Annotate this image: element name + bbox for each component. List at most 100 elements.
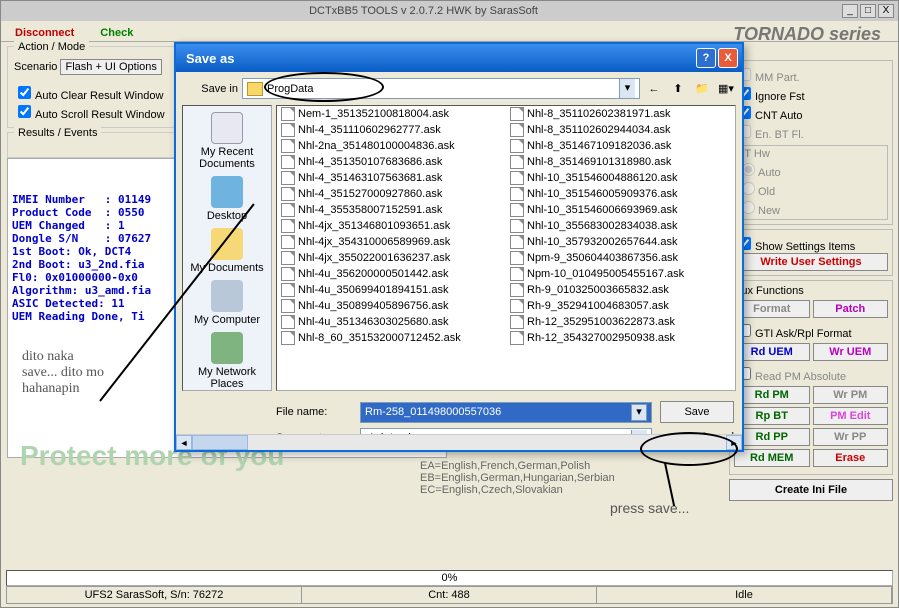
file-icon [510,187,524,201]
file-item[interactable]: Rh-9_010325003665832.ask [506,282,735,298]
file-icon [510,155,524,169]
wr-pp-button[interactable]: Wr PP [813,428,889,446]
file-icon [281,139,295,153]
file-name: Rh-12_354327002950938.ask [527,332,675,344]
file-item[interactable]: Nhl-4jx_354310006589969.ask [277,234,506,250]
rp-bt-button[interactable]: Rp BT [734,407,810,425]
file-item[interactable]: Nhl-4u_350699401894151.ask [277,282,506,298]
patch-button[interactable]: Patch [813,300,889,318]
file-icon [281,331,295,345]
file-item[interactable]: Npm-9_350604403867356.ask [506,250,735,266]
file-item[interactable]: Nhl-4u_350899405896756.ask [277,298,506,314]
file-name: Nhl-4jx_351346801093651.ask [298,220,450,232]
file-icon [510,171,524,185]
status-cnt: Cnt: 488 [302,587,597,603]
file-name-dd-icon[interactable]: ▾ [631,404,647,421]
file-item[interactable]: Nhl-4_351350107683686.ask [277,154,506,170]
wr-uem-button[interactable]: Wr UEM [813,343,889,361]
wr-pm-button[interactable]: Wr PM [813,386,889,404]
file-item[interactable]: Nhl-8_351469101318980.ask [506,154,735,170]
nav-up-icon[interactable]: ⬆ [668,79,688,99]
file-item[interactable]: Nem-1_351352100818004.ask [277,106,506,122]
file-item[interactable]: Nhl-10_351546005909376.ask [506,186,735,202]
file-item[interactable]: Nhl-10_355683002834038.ask [506,218,735,234]
auto-scroll-label: Auto Scroll Result Window [35,109,165,121]
mydocs-icon [211,228,243,260]
file-item[interactable]: Nhl-10_351546004886120.ask [506,170,735,186]
tab-disconnect[interactable]: Disconnect [7,25,82,41]
rd-pp-button[interactable]: Rd PP [734,428,810,446]
erase-button[interactable]: Erase [813,449,889,467]
save-as-title: Save as [180,51,234,66]
dialog-help-button[interactable]: ? [696,48,716,68]
auto-clear-label: Auto Clear Result Window [35,90,163,102]
close-button[interactable]: X [878,4,894,18]
file-icon [510,331,524,345]
status-idle: Idle [597,587,892,603]
write-user-settings-button[interactable]: Write User Settings [734,253,888,271]
file-icon [281,299,295,313]
file-item[interactable]: Nhl-4_351110602962777.ask [277,122,506,138]
file-name: Nhl-4_355358007152591.ask [298,204,442,216]
place-mydocs[interactable]: My Documents [187,226,267,276]
file-item[interactable]: Rh-12_352951003622873.ask [506,314,735,330]
file-name: Nhl-10_355683002834038.ask [527,220,677,232]
file-item[interactable]: Nhl-8_60_351532000712452.ask [277,330,506,346]
file-name: Nhl-4u_350899405896756.ask [298,300,448,312]
new-folder-icon[interactable]: 📁 [692,79,712,99]
views-icon[interactable]: ▦▾ [716,79,736,99]
file-item[interactable]: Nhl-8_351102602944034.ask [506,122,735,138]
file-item[interactable]: Nhl-4u_351346303025680.ask [277,314,506,330]
maximize-button[interactable]: □ [860,4,876,18]
pm-edit-button[interactable]: PM Edit [813,407,889,425]
rd-mem-button[interactable]: Rd MEM [734,449,810,467]
file-item[interactable]: Nhl-10_357932002657644.ask [506,234,735,250]
create-ini-button[interactable]: Create Ini File [729,479,893,501]
place-network[interactable]: My Network Places [187,330,267,392]
file-list[interactable]: Nem-1_351352100818004.ask Nhl-4_351110602… [276,105,736,391]
file-item[interactable]: Nhl-4_355358007152591.ask [277,202,506,218]
file-name-input[interactable]: Rm-258_011498000557036▾ [360,402,652,423]
file-icon [281,187,295,201]
file-item[interactable]: Nhl-8_351467109182036.ask [506,138,735,154]
file-item[interactable]: Nhl-4_351527000927860.ask [277,186,506,202]
file-icon [281,251,295,265]
save-in-combo[interactable]: ProgData ▾ [242,78,640,99]
tab-check[interactable]: Check [92,25,141,41]
auto-scroll-checkbox[interactable] [18,105,31,118]
save-in-value: ProgData [267,83,313,95]
file-item[interactable]: Npm-10_010495005455167.ask [506,266,735,282]
dropdown-icon[interactable]: ▾ [619,79,635,98]
file-item[interactable]: Nhl-4jx_351346801093651.ask [277,218,506,234]
file-name: Npm-10_010495005455167.ask [527,268,684,280]
file-name: Nem-1_351352100818004.ask [298,108,449,120]
file-name: Nhl-4jx_354310006589969.ask [298,236,450,248]
file-item[interactable]: Nhl-2na_351480100004836.ask [277,138,506,154]
network-icon [211,332,243,364]
file-name: Nhl-4_351527000927860.ask [298,188,442,200]
save-button[interactable]: Save [660,401,734,423]
file-name: Nhl-4u_356200000501442.ask [298,268,448,280]
scenario-combo[interactable]: Flash + UI Options [60,59,161,75]
auto-clear-checkbox[interactable] [18,86,31,99]
file-item[interactable]: Nhl-10_351546006693969.ask [506,202,735,218]
file-item[interactable]: Nhl-4u_356200000501442.ask [277,266,506,282]
file-item[interactable]: Nhl-4_351463107563681.ask [277,170,506,186]
place-mycomp[interactable]: My Computer [187,278,267,328]
save-as-titlebar[interactable]: Save as ? X [176,44,742,72]
place-recent[interactable]: My Recent Documents [187,110,267,172]
rd-pm-button[interactable]: Rd PM [734,386,810,404]
place-desktop[interactable]: Desktop [187,174,267,224]
rd-uem-button[interactable]: Rd UEM [734,343,810,361]
file-item[interactable]: Rh-9_352941004683057.ask [506,298,735,314]
file-name: Nhl-4jx_355022001636237.ask [298,252,450,264]
dialog-close-button[interactable]: X [718,48,738,68]
minimize-button[interactable]: _ [842,4,858,18]
file-item[interactable]: Nhl-8_351102602381971.ask [506,106,735,122]
file-item[interactable]: Rh-12_354327002950938.ask [506,330,735,346]
file-item[interactable]: Nhl-4jx_355022001636237.ask [277,250,506,266]
nav-back-icon[interactable]: ← [644,79,664,99]
file-icon [281,235,295,249]
format-button[interactable]: Format [734,300,810,318]
file-name: Nhl-8_351102602944034.ask [527,124,671,136]
